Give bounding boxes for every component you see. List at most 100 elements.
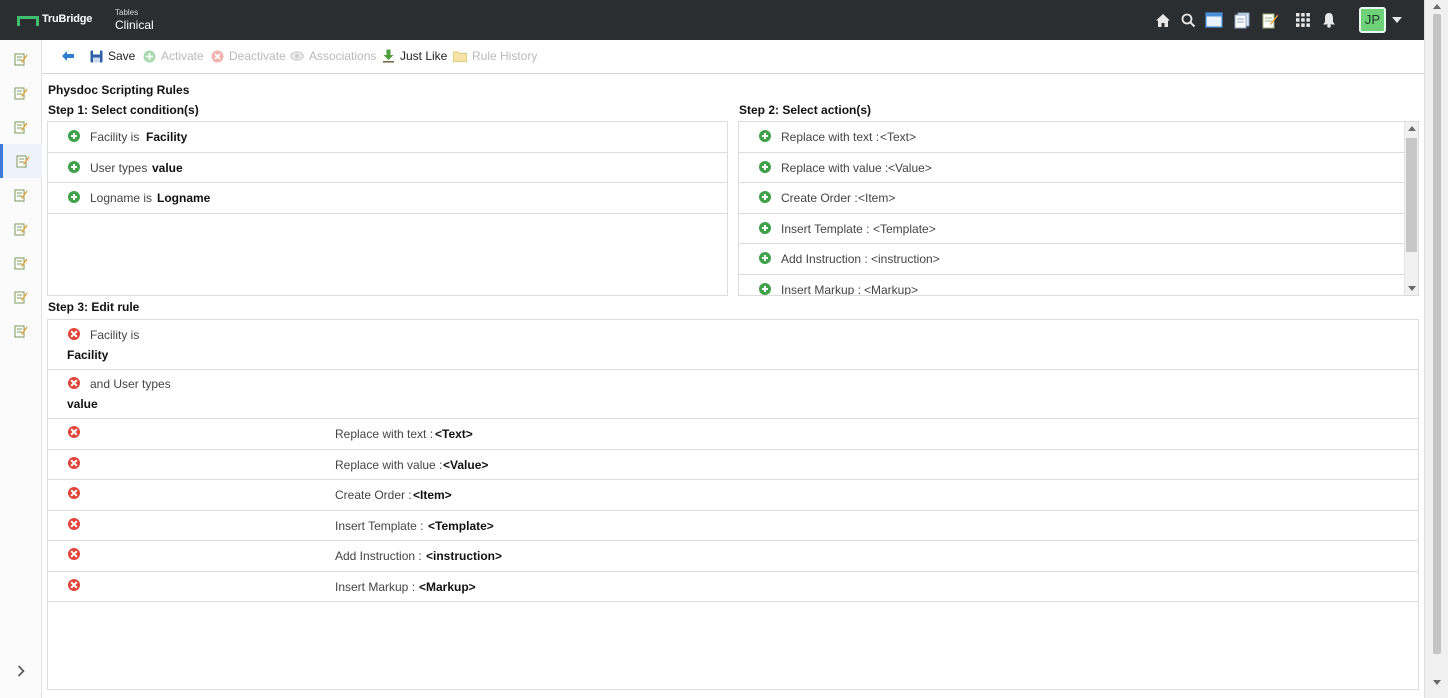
delete-x-icon[interactable] [68, 457, 80, 469]
rule-action-row-replace-text[interactable]: Replace with text : <Text> [48, 419, 1418, 450]
rail-item-notes-3[interactable] [0, 110, 42, 144]
rule-editor-panel: Facility is Facility and User types valu… [47, 319, 1419, 690]
add-plus-icon[interactable] [68, 161, 80, 173]
action-value[interactable]: <instruction> [871, 252, 940, 266]
rail-item-notes-8[interactable] [0, 280, 42, 314]
search-icon[interactable] [1179, 11, 1197, 29]
scroll-up-arrow-icon[interactable] [1433, 4, 1441, 9]
rail-item-notes-2[interactable] [0, 76, 42, 110]
delete-x-icon[interactable] [68, 518, 80, 530]
rule-action-label: Create Order : [335, 488, 412, 502]
rule-condition-row-user-types[interactable]: and User types value [48, 370, 1418, 419]
delete-x-icon[interactable] [68, 328, 80, 340]
rule-action-value[interactable]: <Value> [443, 458, 488, 472]
rail-item-notes-5[interactable] [0, 178, 42, 212]
notes-icon [16, 155, 29, 168]
rule-action-label: Insert Markup : [335, 580, 416, 594]
action-row-insert-markup[interactable]: Insert Markup : <Markup> [739, 275, 1404, 295]
add-plus-icon[interactable] [759, 161, 771, 173]
rule-action-value[interactable]: <Text> [435, 427, 473, 441]
just-like-button[interactable]: Just Like [381, 49, 447, 63]
expand-rail-chevron-right-icon[interactable] [14, 664, 28, 678]
actions-scrollbar[interactable] [1404, 122, 1418, 295]
rule-action-row-replace-value[interactable]: Replace with value : <Value> [48, 450, 1418, 480]
action-row-add-instruction[interactable]: Add Instruction : <instruction> [739, 244, 1404, 275]
rule-action-value[interactable]: <Template> [428, 519, 494, 533]
action-value[interactable]: <Value> [888, 161, 932, 175]
user-avatar[interactable]: JP [1359, 7, 1386, 33]
context-label[interactable]: Tables Clinical [115, 8, 154, 32]
add-plus-icon[interactable] [759, 222, 771, 234]
scroll-up-arrow-icon[interactable] [1408, 126, 1416, 131]
delete-x-icon[interactable] [68, 426, 80, 438]
rail-item-notes-9[interactable] [0, 314, 42, 348]
window-scrollbar[interactable] [1424, 0, 1448, 698]
notes-icon[interactable] [1261, 11, 1279, 29]
activate-label: Activate [161, 49, 204, 63]
user-menu-chevron-down-icon[interactable] [1392, 17, 1402, 23]
save-button[interactable]: Save [89, 49, 135, 63]
rule-history-button[interactable]: Rule History [453, 49, 537, 63]
delete-x-icon[interactable] [68, 579, 80, 591]
rail-item-notes-1[interactable] [0, 42, 42, 76]
rail-item-notes-7[interactable] [0, 246, 42, 280]
apps-grid-icon[interactable] [1294, 11, 1312, 29]
rail-item-notes-4-active[interactable] [0, 144, 42, 178]
left-rail [0, 40, 42, 698]
deactivate-button[interactable]: Deactivate [210, 49, 286, 63]
home-icon[interactable] [1154, 11, 1172, 29]
bell-icon[interactable] [1320, 11, 1338, 29]
condition-value[interactable]: Logname [157, 191, 210, 205]
back-button[interactable] [61, 49, 80, 63]
associations-button[interactable]: Associations [290, 49, 376, 63]
scroll-down-arrow-icon[interactable] [1408, 286, 1416, 291]
add-plus-icon[interactable] [759, 191, 771, 203]
action-row-replace-value[interactable]: Replace with value : <Value> [739, 153, 1404, 183]
actions-panel: Replace with text : <Text> Replace with … [738, 121, 1419, 296]
context-category: Tables [115, 8, 139, 17]
add-plus-icon[interactable] [759, 283, 771, 295]
condition-row-user-types[interactable]: User types value [48, 153, 727, 183]
condition-value[interactable]: value [152, 161, 183, 175]
rule-condition-row-facility[interactable]: Facility is Facility [48, 320, 1418, 370]
rule-action-row-insert-markup[interactable]: Insert Markup : <Markup> [48, 572, 1418, 602]
add-plus-icon[interactable] [759, 130, 771, 142]
rule-condition-value[interactable]: value [67, 397, 98, 411]
delete-x-icon[interactable] [68, 487, 80, 499]
rule-action-row-add-instruction[interactable]: Add Instruction : <instruction> [48, 541, 1418, 572]
action-row-create-order[interactable]: Create Order : <Item> [739, 183, 1404, 214]
condition-label: Logname is [90, 191, 153, 205]
just-like-label: Just Like [400, 49, 448, 63]
rule-action-value[interactable]: <instruction> [426, 549, 502, 563]
add-plus-icon[interactable] [68, 130, 80, 142]
documents-icon[interactable] [1233, 11, 1251, 29]
rule-action-row-insert-template[interactable]: Insert Template : <Template> [48, 511, 1418, 541]
delete-x-icon[interactable] [68, 548, 80, 560]
rail-item-notes-6[interactable] [0, 212, 42, 246]
condition-row-facility[interactable]: Facility is Facility [48, 122, 727, 153]
scrollbar-thumb[interactable] [1433, 14, 1441, 654]
condition-label: Facility is [90, 130, 140, 144]
scrollbar-thumb[interactable] [1406, 138, 1417, 252]
action-value[interactable]: <Template> [873, 222, 936, 236]
brand-logo[interactable]: TruBridge [17, 13, 92, 26]
activate-button[interactable]: Activate [142, 49, 204, 63]
window-icon[interactable] [1205, 11, 1223, 29]
condition-value[interactable]: Facility [146, 130, 187, 144]
condition-row-logname[interactable]: Logname is Logname [48, 183, 727, 214]
action-value[interactable]: <Item> [858, 191, 895, 205]
rule-action-value[interactable]: <Item> [413, 488, 452, 502]
rule-condition-value[interactable]: Facility [67, 348, 108, 362]
scroll-down-arrow-icon[interactable] [1433, 680, 1441, 685]
action-row-insert-template[interactable]: Insert Template : <Template> [739, 214, 1404, 244]
add-plus-icon[interactable] [759, 252, 771, 264]
rule-action-value[interactable]: <Markup> [419, 580, 476, 594]
page-title: Physdoc Scripting Rules [48, 83, 190, 97]
deactivate-label: Deactivate [229, 49, 286, 63]
rule-action-row-create-order[interactable]: Create Order : <Item> [48, 480, 1418, 511]
action-value[interactable]: <Markup> [864, 283, 918, 295]
delete-x-icon[interactable] [68, 377, 80, 389]
action-row-replace-text[interactable]: Replace with text : <Text> [739, 122, 1404, 153]
action-value[interactable]: <Text> [880, 130, 916, 144]
add-plus-icon[interactable] [68, 191, 80, 203]
